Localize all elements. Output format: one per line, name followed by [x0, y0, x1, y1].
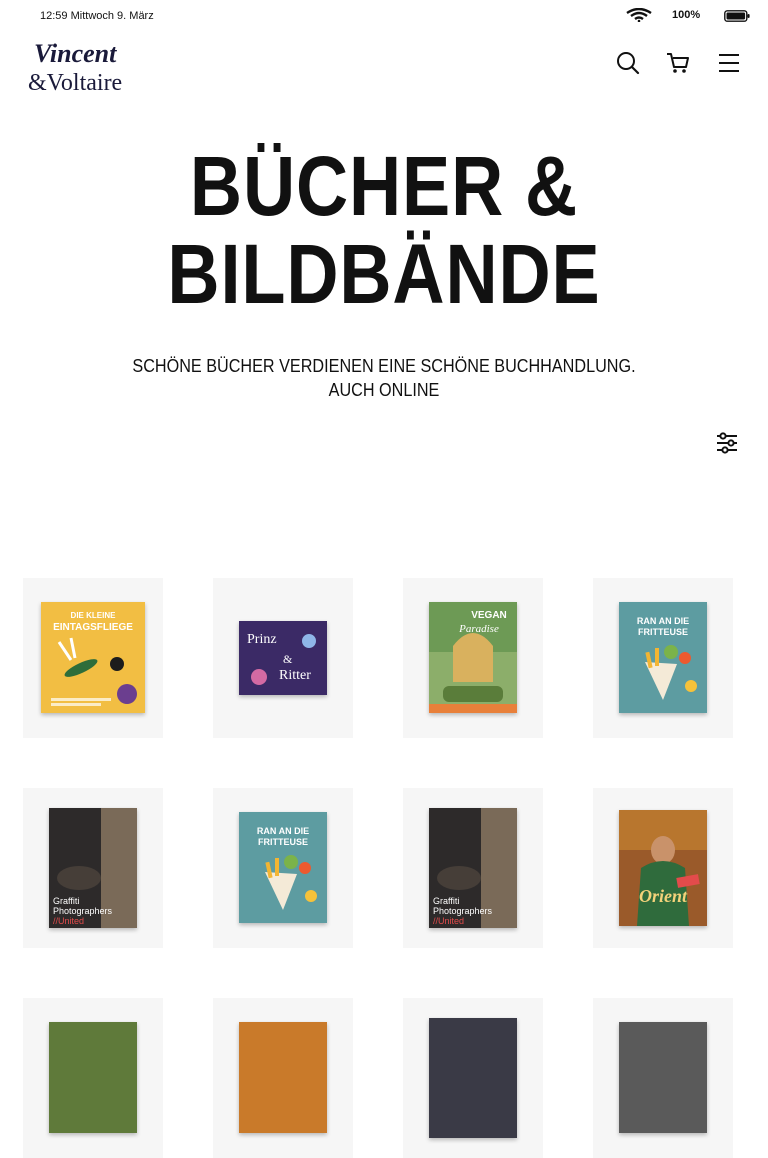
product-card[interactable]	[213, 998, 353, 1158]
cover-title: RAN AN DIE	[637, 616, 689, 626]
product-card[interactable]: VEGAN Paradise	[403, 578, 543, 738]
status-time: 12:59 Mittwoch 9. März	[40, 10, 154, 22]
product-card[interactable]: RAN AN DIE FRITTEUSE	[593, 578, 733, 738]
status-bar: 12:59 Mittwoch 9. März 100%	[0, 0, 768, 32]
book-cover	[429, 1018, 517, 1138]
product-card[interactable]	[593, 998, 733, 1158]
book-cover: Prinz & Ritter	[239, 621, 327, 695]
cover-title: Prinz	[247, 632, 277, 647]
cart-icon[interactable]	[665, 50, 691, 76]
svg-text:&: &	[283, 652, 293, 666]
book-cover: Orient	[619, 810, 707, 926]
battery-percent: 100%	[672, 9, 701, 21]
cover-title: Graffiti	[53, 896, 79, 906]
product-card[interactable]: Prinz & Ritter	[213, 578, 353, 738]
cover-title: FRITTEUSE	[638, 627, 688, 637]
book-cover: RAN AN DIE FRITTEUSE	[619, 602, 707, 713]
vincent-voltaire-logo[interactable]: Vincent &Voltaire	[28, 38, 134, 94]
book-cover	[239, 1022, 327, 1133]
product-card[interactable]	[403, 998, 543, 1158]
cover-title: Photographers	[53, 906, 113, 916]
cover-title: Graffiti	[433, 896, 459, 906]
site-header: Vincent &Voltaire	[0, 36, 768, 96]
book-cover: Graffiti Photographers //United	[49, 808, 137, 928]
book-cover	[619, 1022, 707, 1133]
cover-title: //United	[53, 916, 84, 926]
battery-icon	[724, 10, 750, 22]
svg-text:Vincent: Vincent	[34, 39, 117, 68]
cover-title: EINTAGSFLIEGE	[53, 622, 133, 633]
page-title: BÜCHER & BILDBÄNDE	[167, 139, 601, 321]
cover-title: DIE KLEINE	[71, 611, 117, 620]
cover-title: //United	[433, 916, 464, 926]
page-subtitle: SCHÖNE BÜCHER VERDIENEN EINE SCHÖNE BUCH…	[132, 356, 636, 400]
filter-sliders-icon[interactable]	[714, 430, 740, 456]
product-card[interactable]: Graffiti Photographers //United	[403, 788, 543, 948]
product-card[interactable]: DIE KLEINE EINTAGSFLIEGE	[23, 578, 163, 738]
wifi-icon	[626, 8, 652, 22]
product-card[interactable]: RAN AN DIE FRITTEUSE	[213, 788, 353, 948]
cover-title: RAN AN DIE	[257, 826, 309, 836]
cover-title: Orient	[639, 886, 688, 906]
book-cover: Graffiti Photographers //United	[429, 808, 517, 928]
cover-title: FRITTEUSE	[258, 837, 308, 847]
product-card[interactable]: Orient	[593, 788, 733, 948]
cover-title: Photographers	[433, 906, 493, 916]
svg-text:&Voltaire: &Voltaire	[28, 70, 122, 94]
cover-title: VEGAN	[471, 610, 507, 621]
book-cover	[49, 1022, 137, 1133]
product-card[interactable]	[23, 998, 163, 1158]
book-cover: VEGAN Paradise	[429, 602, 517, 713]
product-card[interactable]: Graffiti Photographers //United	[23, 788, 163, 948]
cover-title: Paradise	[458, 623, 499, 635]
book-cover: DIE KLEINE EINTAGSFLIEGE	[41, 602, 145, 713]
search-icon[interactable]	[615, 50, 641, 76]
book-cover: RAN AN DIE FRITTEUSE	[239, 812, 327, 923]
cover-title: Ritter	[279, 668, 311, 683]
menu-icon[interactable]	[716, 50, 742, 76]
